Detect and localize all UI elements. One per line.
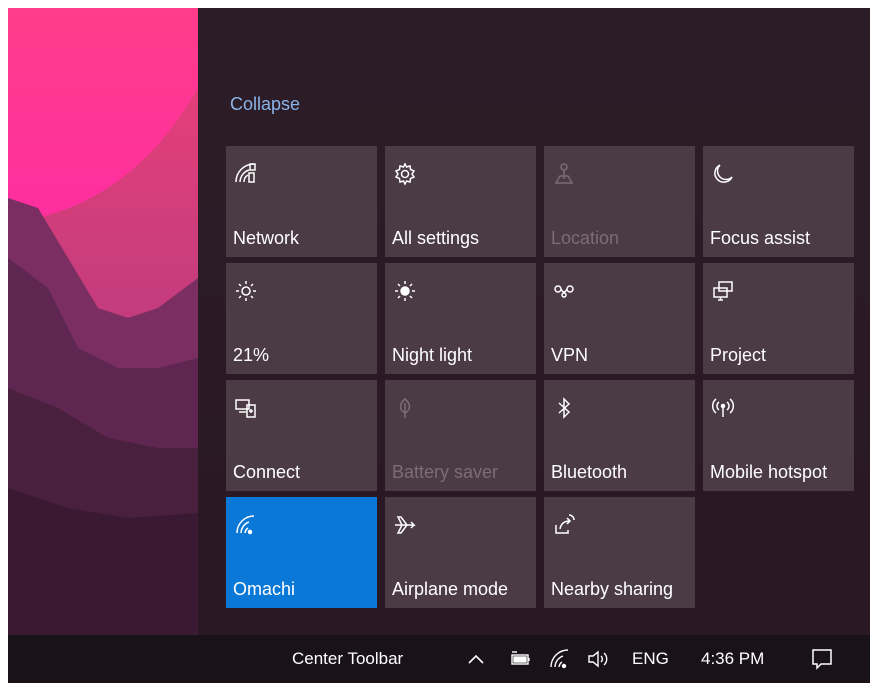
brightness-icon bbox=[234, 279, 258, 303]
wifi-icon bbox=[234, 513, 258, 537]
tile-label: Night light bbox=[392, 345, 473, 365]
volume-icon[interactable] bbox=[586, 647, 610, 671]
tile-night-light[interactable]: Night light bbox=[385, 263, 536, 374]
battery-icon[interactable] bbox=[509, 647, 533, 671]
gear-icon bbox=[393, 162, 417, 186]
tile-label: Connect bbox=[233, 462, 301, 482]
action-center-icon[interactable] bbox=[810, 647, 834, 671]
desktop-screen: Collapse Network All settings Location F… bbox=[8, 8, 870, 683]
night-light-icon bbox=[393, 279, 417, 303]
tile-label: Network bbox=[233, 228, 300, 248]
tile-all-settings[interactable]: All settings bbox=[385, 146, 536, 257]
tile-label: Nearby sharing bbox=[551, 579, 674, 599]
tile-battery-saver[interactable]: Battery saver bbox=[385, 380, 536, 491]
vpn-icon bbox=[552, 279, 576, 303]
collapse-link[interactable]: Collapse bbox=[230, 94, 300, 115]
tile-label: All settings bbox=[392, 228, 480, 248]
tile-label: Bluetooth bbox=[551, 462, 628, 482]
tile-wifi-omachi[interactable]: Omachi bbox=[226, 497, 377, 608]
tile-project[interactable]: Project bbox=[703, 263, 854, 374]
tile-connect[interactable]: Connect bbox=[226, 380, 377, 491]
tile-focus-assist[interactable]: Focus assist bbox=[703, 146, 854, 257]
connect-icon bbox=[234, 396, 258, 420]
location-icon bbox=[552, 162, 576, 186]
chevron-up-icon[interactable] bbox=[464, 647, 488, 671]
tile-airplane-mode[interactable]: Airplane mode bbox=[385, 497, 536, 608]
airplane-icon bbox=[393, 513, 417, 537]
tile-brightness[interactable]: 21% bbox=[226, 263, 377, 374]
action-center-panel: Collapse Network All settings Location F… bbox=[198, 8, 870, 635]
tile-network[interactable]: Network bbox=[226, 146, 377, 257]
tile-label: Focus assist bbox=[710, 228, 811, 248]
tile-label: Omachi bbox=[233, 579, 296, 599]
tile-label: VPN bbox=[551, 345, 589, 365]
taskbar: Center Toolbar ENG 4:36 PM bbox=[8, 635, 870, 683]
tile-location[interactable]: Location bbox=[544, 146, 695, 257]
tile-label: 21% bbox=[233, 345, 270, 365]
clock[interactable]: 4:36 PM bbox=[701, 635, 764, 683]
tile-nearby-sharing[interactable]: Nearby sharing bbox=[544, 497, 695, 608]
tile-label: Mobile hotspot bbox=[710, 462, 828, 482]
tile-label: Location bbox=[551, 228, 620, 248]
wifi-icon[interactable] bbox=[548, 647, 572, 671]
moon-icon bbox=[711, 162, 735, 186]
desktop-wallpaper bbox=[8, 8, 198, 635]
tile-label: Battery saver bbox=[392, 462, 499, 482]
leaf-icon bbox=[393, 396, 417, 420]
language-indicator[interactable]: ENG bbox=[632, 635, 669, 683]
tile-bluetooth[interactable]: Bluetooth bbox=[544, 380, 695, 491]
tile-label: Airplane mode bbox=[392, 579, 509, 599]
tile-label: Project bbox=[710, 345, 767, 365]
bluetooth-icon bbox=[552, 396, 576, 420]
tile-vpn[interactable]: VPN bbox=[544, 263, 695, 374]
project-icon bbox=[711, 279, 735, 303]
network-icon bbox=[234, 162, 258, 186]
center-toolbar-label[interactable]: Center Toolbar bbox=[292, 635, 403, 683]
tile-mobile-hotspot[interactable]: Mobile hotspot bbox=[703, 380, 854, 491]
share-icon bbox=[552, 513, 576, 537]
hotspot-icon bbox=[711, 396, 735, 420]
